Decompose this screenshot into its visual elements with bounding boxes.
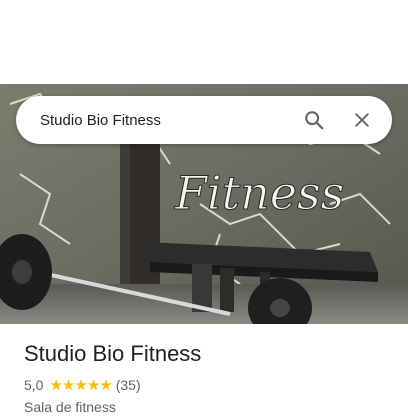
rating-row[interactable]: 5,0 ★ ★ ★ ★ ★ (35) bbox=[24, 376, 392, 394]
review-count[interactable]: (35) bbox=[116, 377, 141, 393]
clear-search-button[interactable] bbox=[344, 102, 380, 138]
star-icon: ★ bbox=[74, 376, 87, 394]
place-info-panel: Studio Bio Fitness 5,0 ★ ★ ★ ★ ★ (35) Sa… bbox=[24, 340, 392, 416]
search-input[interactable]: Studio Bio Fitness bbox=[40, 112, 284, 129]
star-icon: ★ bbox=[61, 376, 75, 394]
place-category: Sala de fitness bbox=[24, 399, 116, 415]
graffiti-text: Fitness bbox=[174, 166, 344, 220]
search-box[interactable]: Studio Bio Fitness bbox=[16, 96, 392, 144]
star-icon: ★ bbox=[99, 376, 112, 394]
rating-value: 5,0 bbox=[24, 377, 44, 393]
rating-stars: ★ ★ ★ ★ ★ bbox=[49, 376, 112, 394]
star-icon: ★ bbox=[86, 376, 100, 394]
star-icon: ★ bbox=[49, 376, 62, 394]
search-icon bbox=[305, 111, 324, 130]
place-title: Studio Bio Fitness bbox=[24, 341, 202, 366]
search-button[interactable] bbox=[296, 102, 332, 138]
top-blank-area bbox=[0, 0, 408, 84]
close-icon bbox=[355, 113, 369, 127]
